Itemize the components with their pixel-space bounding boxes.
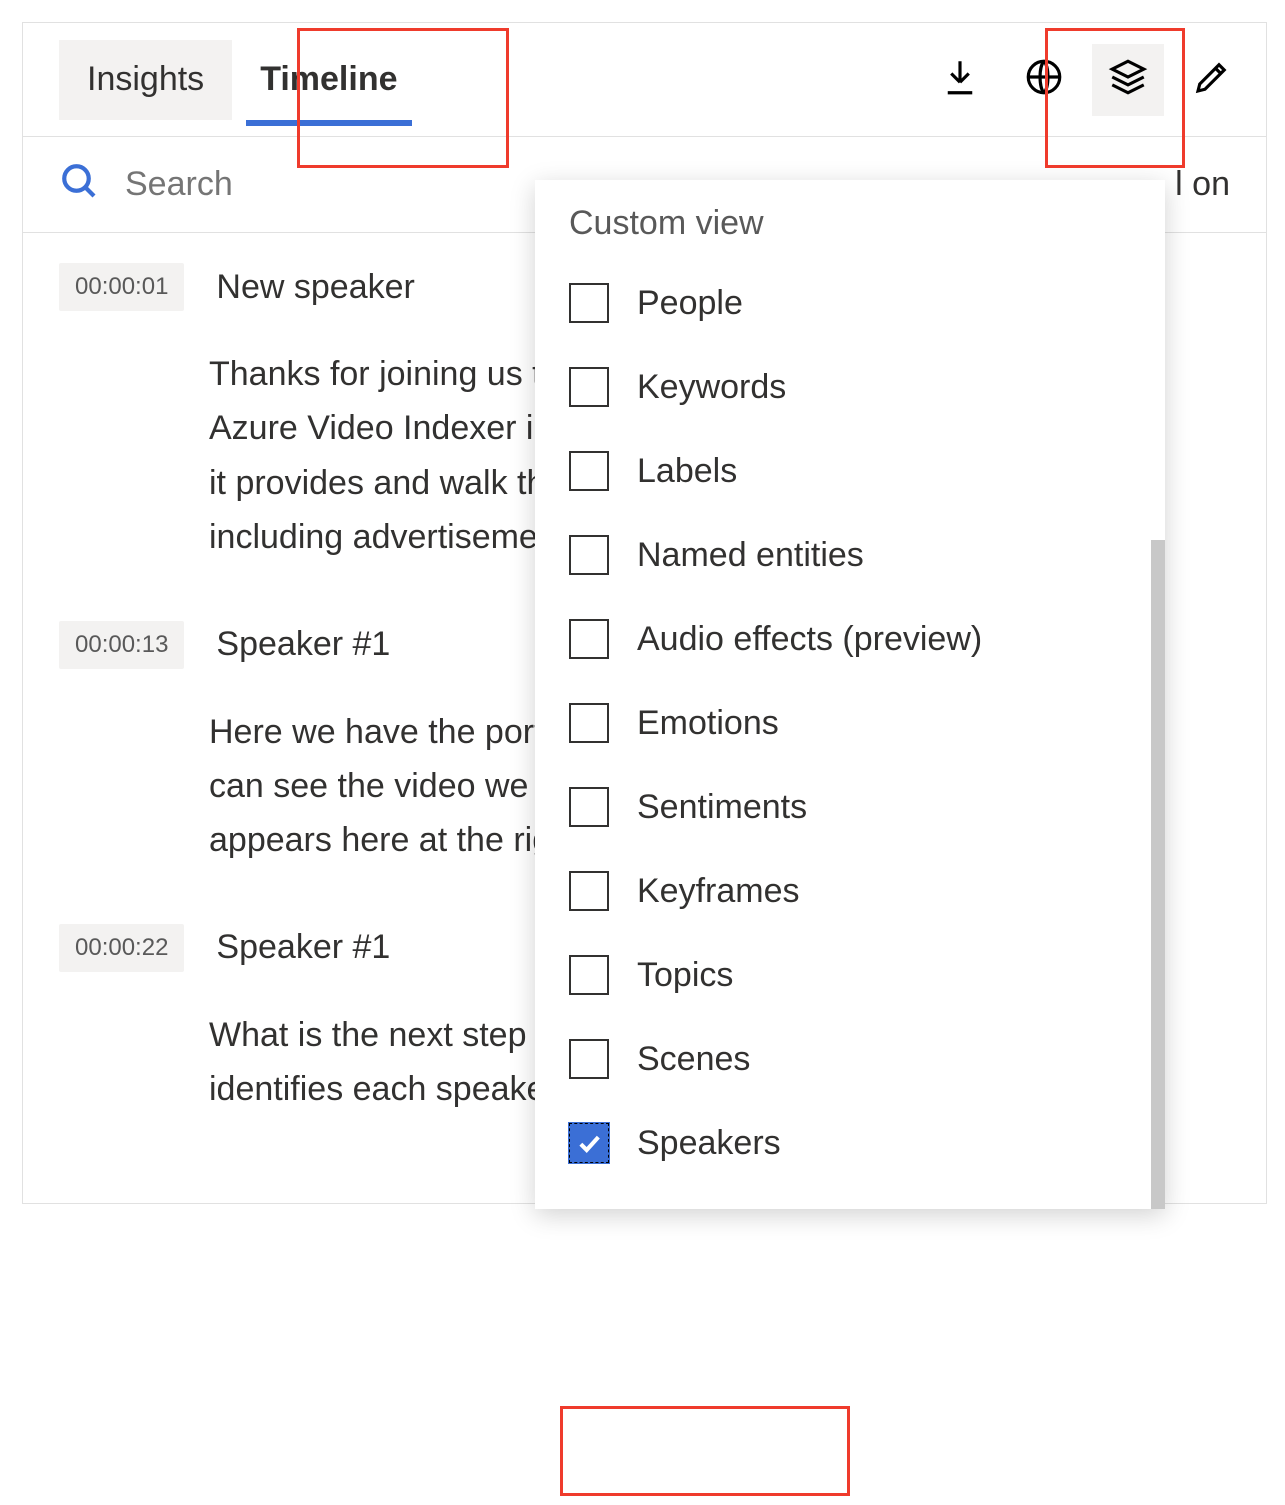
language-button[interactable]: [1008, 44, 1080, 116]
dropdown-item-scenes[interactable]: Scenes: [535, 1017, 1165, 1101]
dropdown-item-label: Labels: [637, 452, 737, 491]
autoscroll-fragment: l on: [1175, 165, 1230, 204]
checkbox-icon: [569, 451, 609, 491]
tab-bar: Insights Timeline: [23, 23, 1266, 137]
checkbox-icon: [569, 871, 609, 911]
dropdown-item-audio-effects[interactable]: Audio effects (preview): [535, 597, 1165, 681]
speaker-label: Speaker #1: [216, 625, 390, 664]
dropdown-item-named-entities[interactable]: Named entities: [535, 513, 1165, 597]
checkbox-icon: [569, 955, 609, 995]
dropdown-item-people[interactable]: People: [535, 261, 1165, 345]
dropdown-item-labels[interactable]: Labels: [535, 429, 1165, 513]
dropdown-item-speakers[interactable]: Speakers: [535, 1101, 1165, 1185]
highlight-speakers-option: [560, 1406, 850, 1496]
dropdown-item-label: People: [637, 284, 743, 323]
custom-view-dropdown: Custom view People Keywords Labels Named…: [535, 180, 1165, 1209]
dropdown-item-label: Sentiments: [637, 788, 807, 827]
dropdown-item-label: Emotions: [637, 704, 779, 743]
dropdown-item-label: Keywords: [637, 368, 786, 407]
checkbox-icon: [569, 787, 609, 827]
tab-insights[interactable]: Insights: [59, 40, 232, 120]
checkbox-icon: [569, 703, 609, 743]
checkbox-icon: [569, 283, 609, 323]
dropdown-item-topics[interactable]: Topics: [535, 933, 1165, 1017]
dropdown-item-label: Audio effects (preview): [637, 620, 982, 659]
download-button[interactable]: [924, 44, 996, 116]
dropdown-item-label: Topics: [637, 956, 733, 995]
dropdown-item-label: Named entities: [637, 536, 864, 575]
layers-icon: [1107, 56, 1149, 103]
checkbox-icon: [569, 535, 609, 575]
timestamp-badge: 00:00:01: [59, 263, 184, 311]
speaker-label: Speaker #1: [216, 928, 390, 967]
dropdown-item-keyframes[interactable]: Keyframes: [535, 849, 1165, 933]
search-icon: [59, 161, 101, 208]
checkbox-icon: [569, 1039, 609, 1079]
dropdown-item-keywords[interactable]: Keywords: [535, 345, 1165, 429]
pencil-icon: [1191, 56, 1233, 103]
edit-button[interactable]: [1176, 44, 1248, 116]
tab-timeline[interactable]: Timeline: [232, 40, 425, 120]
globe-icon: [1023, 56, 1065, 103]
dropdown-scrollbar[interactable]: [1151, 540, 1165, 1209]
checkbox-icon: [569, 367, 609, 407]
dropdown-item-sentiments[interactable]: Sentiments: [535, 765, 1165, 849]
dropdown-item-label: Speakers: [637, 1124, 781, 1163]
dropdown-item-emotions[interactable]: Emotions: [535, 681, 1165, 765]
download-icon: [939, 56, 981, 103]
custom-view-button[interactable]: [1092, 44, 1164, 116]
tab-timeline-label: Timeline: [260, 60, 397, 99]
timestamp-badge: 00:00:22: [59, 924, 184, 972]
tab-insights-label: Insights: [87, 60, 204, 99]
timestamp-badge: 00:00:13: [59, 621, 184, 669]
checkbox-icon: [569, 619, 609, 659]
dropdown-title: Custom view: [535, 204, 1165, 261]
checkbox-checked-icon: [569, 1123, 609, 1163]
dropdown-item-label: Keyframes: [637, 872, 800, 911]
speaker-label: New speaker: [216, 268, 414, 307]
dropdown-item-label: Scenes: [637, 1040, 750, 1079]
